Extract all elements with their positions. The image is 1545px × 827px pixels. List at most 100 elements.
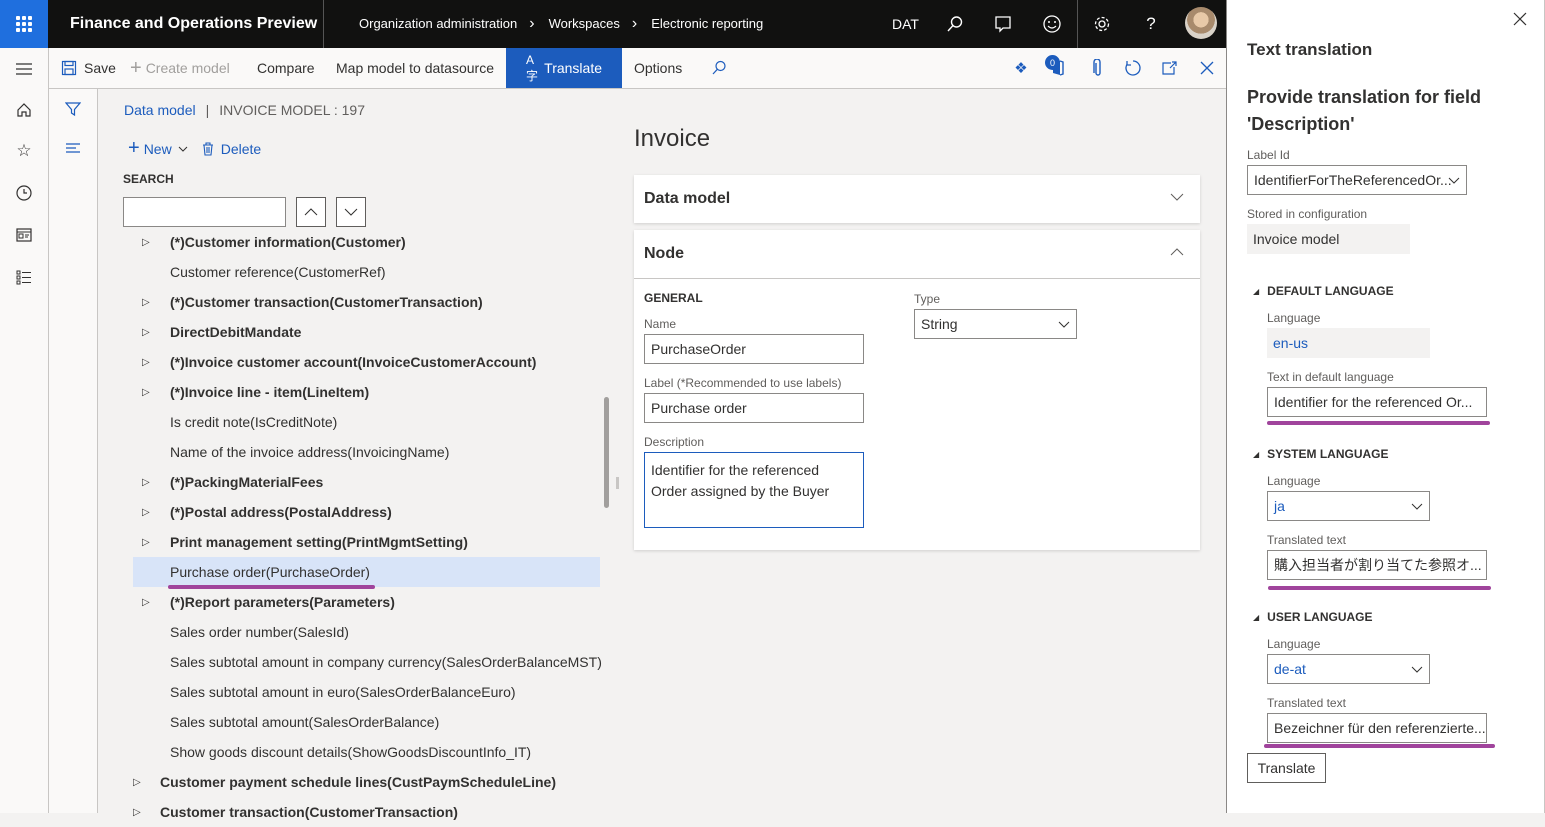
- tree-node-label: (*)Postal address(PostalAddress): [170, 504, 392, 520]
- search-icon[interactable]: [943, 12, 967, 36]
- message-icon[interactable]: [991, 12, 1015, 36]
- tree-node-label: Sales subtotal amount in company currenc…: [170, 654, 602, 670]
- tree-node[interactable]: Sales subtotal amount in euro(SalesOrder…: [133, 677, 600, 707]
- power-apps-icon[interactable]: ❖: [1011, 58, 1031, 78]
- user-language-dropdown[interactable]: de-at: [1267, 654, 1430, 684]
- tree-node[interactable]: ▷ (*)PackingMaterialFees: [133, 467, 600, 497]
- data-model-fasttab-header[interactable]: Data model: [634, 175, 1200, 223]
- expand-triangle-icon[interactable]: ▷: [142, 477, 150, 488]
- tree-node[interactable]: ▷ (*)Customer information(Customer): [133, 227, 600, 257]
- clock-recent-icon[interactable]: [12, 181, 36, 205]
- close-icon[interactable]: [1197, 58, 1217, 78]
- app-launcher-button[interactable]: [0, 0, 48, 48]
- label-input[interactable]: Purchase order: [644, 393, 864, 423]
- pane-splitter[interactable]: [616, 477, 619, 489]
- smiley-feedback-icon[interactable]: [1040, 12, 1064, 36]
- open-new-window-icon[interactable]: [1159, 58, 1179, 78]
- plus-icon: +: [128, 137, 140, 159]
- collapse-triangle-icon: ◢: [1253, 286, 1260, 296]
- system-language-value: ja: [1274, 498, 1285, 514]
- tree-node[interactable]: ▷ Print management setting(PrintMgmtSetti…: [133, 527, 600, 557]
- new-button[interactable]: + New: [128, 137, 188, 160]
- expand-triangle-icon[interactable]: ▷: [142, 357, 150, 368]
- tree-node[interactable]: ▷ (*)Invoice customer account(InvoiceCust…: [133, 347, 600, 377]
- highlight-underline: [1264, 744, 1495, 748]
- tree-node[interactable]: ▷ Customer payment schedule lines(CustPay…: [133, 767, 600, 797]
- tree-node[interactable]: Purchase order(PurchaseOrder): [133, 557, 600, 587]
- label-id-dropdown[interactable]: IdentifierForTheReferencedOr...: [1247, 165, 1467, 195]
- save-button[interactable]: Save: [61, 48, 116, 88]
- expand-triangle-icon[interactable]: ▷: [133, 807, 141, 818]
- new-label: New: [143, 140, 172, 157]
- create-model-button[interactable]: + Create model: [130, 48, 230, 88]
- translate-button[interactable]: A字 Translate: [506, 48, 622, 88]
- breadcrumb-item[interactable]: Workspaces: [549, 16, 620, 31]
- expand-triangle-icon[interactable]: ▷: [142, 597, 150, 608]
- gear-icon[interactable]: [1090, 12, 1114, 36]
- tree-node[interactable]: ▷ Customer transaction(CustomerTransactio…: [133, 797, 600, 827]
- tree-node[interactable]: ▷ (*)Invoice line - item(LineItem): [133, 377, 600, 407]
- chevron-down-icon: [1170, 193, 1184, 201]
- attachment-icon[interactable]: [1088, 58, 1108, 78]
- tree-scrollbar[interactable]: [604, 397, 609, 508]
- tree-node[interactable]: ▷ (*)Report parameters(Parameters): [133, 587, 600, 617]
- system-language-section[interactable]: ◢ SYSTEM LANGUAGE: [1253, 447, 1389, 461]
- tree-node[interactable]: Show goods discount details(ShowGoodsDis…: [133, 737, 600, 767]
- translate-submit-button[interactable]: Translate: [1247, 753, 1326, 783]
- expand-triangle-icon[interactable]: ▷: [142, 237, 150, 248]
- filter-icon[interactable]: [61, 97, 85, 121]
- name-input[interactable]: PurchaseOrder: [644, 334, 864, 364]
- tree-node[interactable]: ▷ (*)Customer transaction(CustomerTransac…: [133, 287, 600, 317]
- tree-node[interactable]: Sales order number(SalesId): [133, 617, 600, 647]
- user-translated-text-input[interactable]: Bezeichner für den referenzierte...: [1267, 713, 1487, 743]
- chevron-right-icon: ›: [529, 15, 535, 32]
- close-icon[interactable]: [1512, 11, 1528, 27]
- breadcrumb-item[interactable]: Organization administration: [359, 16, 517, 31]
- user-language-value: de-at: [1274, 661, 1306, 677]
- user-language-section[interactable]: ◢ USER LANGUAGE: [1253, 610, 1373, 624]
- tree-node[interactable]: Customer reference(CustomerRef): [133, 257, 600, 287]
- expand-triangle-icon[interactable]: ▷: [142, 387, 150, 398]
- hamburger-menu-icon[interactable]: [12, 57, 36, 81]
- breadcrumb-item[interactable]: Electronic reporting: [651, 16, 763, 31]
- highlight-underline: [1267, 421, 1490, 425]
- compare-button[interactable]: Compare: [257, 48, 315, 88]
- data-model-link[interactable]: Data model: [124, 102, 196, 118]
- avatar[interactable]: [1185, 7, 1217, 39]
- options-button[interactable]: Options: [634, 48, 682, 88]
- expand-triangle-icon[interactable]: ▷: [142, 537, 150, 548]
- expand-triangle-icon[interactable]: ▷: [142, 297, 150, 308]
- default-language-section[interactable]: ◢ DEFAULT LANGUAGE: [1253, 284, 1394, 298]
- search-next-button[interactable]: [336, 197, 366, 227]
- home-icon[interactable]: [12, 98, 36, 122]
- help-icon[interactable]: ?: [1139, 12, 1163, 36]
- system-language-dropdown[interactable]: ja: [1267, 491, 1430, 521]
- expand-triangle-icon[interactable]: ▷: [133, 777, 141, 788]
- tree-node[interactable]: Sales subtotal amount in company currenc…: [133, 647, 602, 677]
- map-model-button[interactable]: Map model to datasource: [336, 48, 494, 88]
- refresh-icon[interactable]: [1123, 58, 1143, 78]
- workspaces-icon[interactable]: [12, 223, 36, 247]
- tree-node[interactable]: ▷ (*)Postal address(PostalAddress): [133, 497, 600, 527]
- expand-triangle-icon[interactable]: ▷: [142, 507, 150, 518]
- description-textarea[interactable]: Identifier for the referenced Order assi…: [644, 452, 864, 528]
- system-translated-text-input[interactable]: 購入担当者が割り当てた参照オ...: [1267, 550, 1487, 580]
- node-fasttab-header[interactable]: Node: [634, 230, 1200, 278]
- tree-node[interactable]: ▷ DirectDebitMandate: [133, 317, 600, 347]
- tree-node[interactable]: Is credit note(IsCreditNote): [133, 407, 600, 437]
- list-view-icon[interactable]: [61, 136, 85, 160]
- company-picker[interactable]: DAT: [892, 16, 919, 32]
- tree-node[interactable]: Name of the invoice address(InvoicingNam…: [133, 437, 600, 467]
- star-favorites-icon[interactable]: ☆: [12, 139, 36, 163]
- type-dropdown[interactable]: String: [914, 309, 1077, 339]
- search-icon[interactable]: [709, 58, 729, 78]
- expand-triangle-icon[interactable]: ▷: [142, 327, 150, 338]
- modules-list-icon[interactable]: [12, 265, 36, 289]
- tree-node[interactable]: Sales subtotal amount(SalesOrderBalance): [133, 707, 600, 737]
- search-previous-button[interactable]: [296, 197, 326, 227]
- default-text-input[interactable]: Identifier for the referenced Or...: [1267, 387, 1487, 417]
- tree-search-input[interactable]: [123, 197, 286, 227]
- tree-node-label: Sales subtotal amount(SalesOrderBalance): [170, 714, 440, 730]
- app-title[interactable]: Finance and Operations Preview: [70, 15, 317, 33]
- delete-button[interactable]: Delete: [202, 141, 261, 157]
